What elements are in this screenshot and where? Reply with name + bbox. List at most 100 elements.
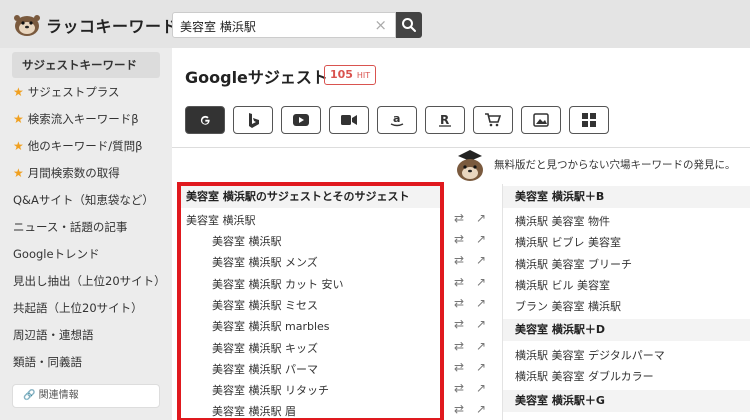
bing-icon (249, 113, 259, 128)
repeat-icon[interactable]: ⇄ (454, 317, 464, 331)
hit-count-badge: 105 HIT (324, 65, 377, 85)
repeat-icon[interactable]: ⇄ (454, 339, 464, 353)
external-link-icon[interactable]: ↗ (476, 360, 486, 374)
sidebar-item-label: Q&Aサイト（知恵袋など） (13, 193, 154, 207)
external-link-icon[interactable]: ↗ (476, 211, 486, 225)
engine-shopping-button[interactable] (473, 106, 513, 134)
sidebar-item-qa-sites[interactable]: Q&Aサイト（知恵袋など） (13, 192, 154, 208)
sidebar-item-label: 他のキーワード/質問β (27, 139, 143, 153)
hit-count: 105 (330, 68, 353, 81)
engine-google-button[interactable] (185, 106, 225, 134)
highlight-frame (177, 182, 444, 420)
related-info-button[interactable]: 🔗 関連情報 (12, 384, 160, 408)
external-link-icon[interactable]: ↗ (476, 275, 486, 289)
keyword-item[interactable]: 横浜駅 美容室 物件 (515, 213, 610, 229)
row-actions: ⇄ ↗ (454, 339, 494, 355)
row-actions: ⇄ ↗ (454, 211, 494, 227)
repeat-icon[interactable]: ⇄ (454, 360, 464, 374)
app-header: ラッコキーワード 美容室 横浜駅 × (0, 0, 750, 48)
svg-text:R: R (440, 113, 449, 127)
sidebar-item-label: Googleトレンド (13, 247, 100, 261)
star-icon: ★ (13, 166, 24, 180)
engine-youtube-button[interactable] (281, 106, 321, 134)
engine-apps-button[interactable] (569, 106, 609, 134)
youtube-icon (293, 114, 309, 126)
external-link-icon[interactable]: ↗ (476, 317, 486, 331)
row-actions: ⇄ ↗ (454, 360, 494, 376)
engine-amazon-button[interactable]: a (377, 106, 417, 134)
sidebar-item-other-keywords[interactable]: ★ 他のキーワード/質問β (13, 138, 142, 154)
sidebar-item-cooccurrence[interactable]: 共起語（上位20サイト） (13, 300, 143, 316)
sidebar-item-label: 共起語（上位20サイト） (13, 301, 143, 315)
keyword-item[interactable]: 横浜駅 ビブレ 美容室 (515, 234, 621, 250)
row-actions: ⇄ ↗ (454, 381, 494, 397)
sidebar-item-monthly-volume[interactable]: ★ 月間検索数の取得 (13, 165, 120, 181)
sidebar-item-label: 検索流入キーワードβ (27, 112, 139, 126)
link-icon: 🔗 (23, 390, 36, 401)
sidebar-item-label: サジェストキーワード (22, 58, 137, 72)
repeat-icon[interactable]: ⇄ (454, 402, 464, 416)
suggest-right-panel: 美容室 横浜駅＋B 横浜駅 美容室 物件 横浜駅 ビブレ 美容室 横浜駅 美容室… (502, 184, 750, 420)
keyword-item[interactable]: 横浜駅 美容室 ブリーチ (515, 256, 632, 272)
keyword-item[interactable]: ブラン 美容室 横浜駅 (515, 298, 621, 314)
row-actions: ⇄ ↗ (454, 253, 494, 269)
repeat-icon[interactable]: ⇄ (454, 381, 464, 395)
external-link-icon[interactable]: ↗ (476, 402, 486, 416)
row-actions: ⇄ ↗ (454, 296, 494, 312)
star-icon: ★ (13, 139, 24, 153)
promo-notice[interactable]: 無料版だと見つからない穴場キーワードの発見に。 (494, 157, 736, 172)
group-heading: 美容室 横浜駅＋G (503, 390, 750, 412)
sidebar-item-suggest-plus[interactable]: ★ サジェストプラス (13, 84, 120, 100)
external-link-icon[interactable]: ↗ (476, 381, 486, 395)
otter-mascot-icon (457, 150, 483, 181)
keyword-item[interactable]: 横浜駅 ビル 美容室 (515, 277, 610, 293)
keyword-item[interactable]: 横浜駅 美容室 デジタルパーマ (515, 347, 665, 363)
search-input[interactable]: 美容室 横浜駅 × (172, 12, 396, 38)
repeat-icon[interactable]: ⇄ (454, 275, 464, 289)
star-icon: ★ (13, 112, 24, 126)
external-link-icon[interactable]: ↗ (476, 296, 486, 310)
engine-bing-button[interactable] (233, 106, 273, 134)
sidebar-item-label: 月間検索数の取得 (27, 166, 120, 180)
sidebar-item-related-words[interactable]: 周辺語・連想語 (13, 327, 94, 343)
external-link-icon[interactable]: ↗ (476, 253, 486, 267)
sidebar-item-label: 見出し抽出（上位20サイト） (13, 274, 166, 288)
repeat-icon[interactable]: ⇄ (454, 232, 464, 246)
search-button[interactable] (396, 12, 422, 38)
sidebar-item-label: サジェストプラス (27, 85, 120, 99)
svg-text:a: a (393, 112, 400, 125)
image-icon (533, 113, 549, 127)
star-icon: ★ (13, 85, 24, 99)
engine-image-button[interactable] (521, 106, 561, 134)
engine-rakuten-button[interactable]: R (425, 106, 465, 134)
sidebar-item-label: ニュース・話題の記事 (13, 220, 128, 234)
rakuten-icon: R (439, 113, 451, 127)
sidebar-item-suggest-keyword[interactable]: サジェストキーワード (12, 52, 160, 78)
sidebar-item-search-inflow[interactable]: ★ 検索流入キーワードβ (13, 111, 139, 127)
row-actions: ⇄ ↗ (454, 275, 494, 291)
related-info-label: 関連情報 (38, 390, 79, 401)
clear-icon[interactable]: × (374, 16, 387, 34)
repeat-icon[interactable]: ⇄ (454, 296, 464, 310)
sidebar-item-google-trends[interactable]: Googleトレンド (13, 246, 100, 262)
group-heading: 美容室 横浜駅＋D (503, 319, 750, 341)
engine-video-button[interactable] (329, 106, 369, 134)
external-link-icon[interactable]: ↗ (476, 339, 486, 353)
repeat-icon[interactable]: ⇄ (454, 253, 464, 267)
main-content: Googleサジェスト 105 HIT a R 無料版だと見つからない穴場キーワ… (172, 48, 750, 420)
sidebar-item-news[interactable]: ニュース・話題の記事 (13, 219, 127, 235)
brand-name[interactable]: ラッコキーワード (46, 13, 178, 37)
hit-unit: HIT (356, 71, 371, 80)
sidebar-item-synonyms[interactable]: 類語・同義語 (13, 354, 82, 370)
shopping-cart-icon (485, 113, 501, 127)
row-actions: ⇄ ↗ (454, 317, 494, 333)
sidebar: サジェストキーワード ★ サジェストプラス ★ 検索流入キーワードβ ★ 他のキーワー… (0, 48, 172, 420)
group-heading: 美容室 横浜駅＋B (503, 186, 750, 208)
sidebar-item-headings[interactable]: 見出し抽出（上位20サイト） (13, 273, 166, 289)
repeat-icon[interactable]: ⇄ (454, 211, 464, 225)
keyword-item[interactable]: 横浜駅 美容室 ダブルカラー (515, 368, 654, 384)
otter-logo-icon[interactable] (12, 10, 42, 38)
external-link-icon[interactable]: ↗ (476, 232, 486, 246)
search-input-value[interactable]: 美容室 横浜駅 (180, 18, 256, 35)
sidebar-item-label: 周辺語・連想語 (13, 328, 94, 342)
